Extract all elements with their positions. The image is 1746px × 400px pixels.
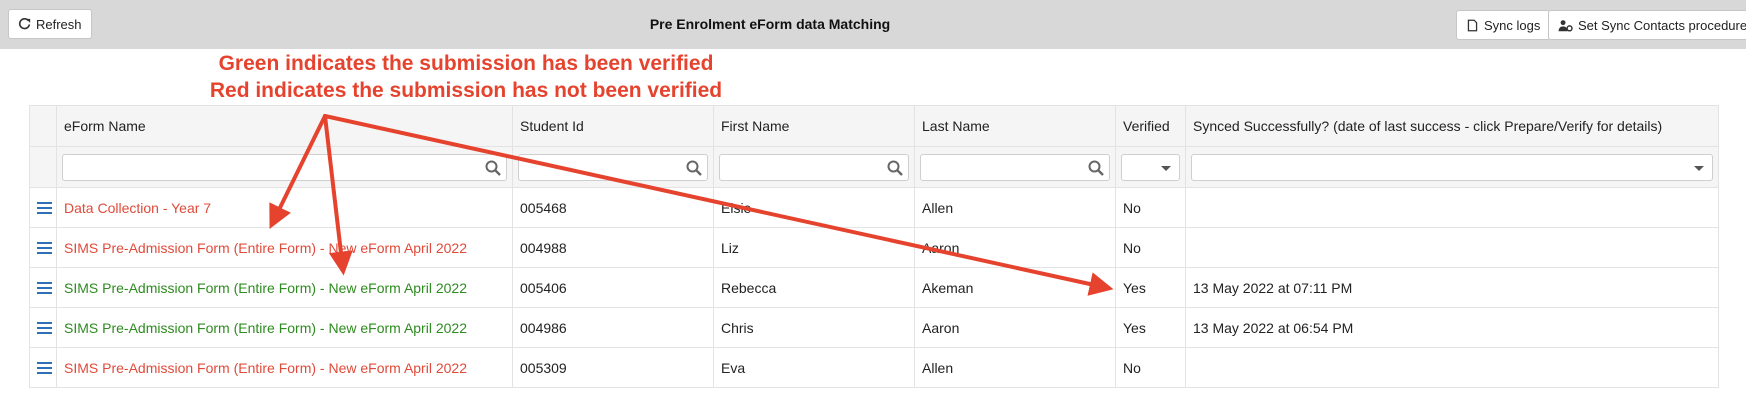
- synced-cell: [1185, 187, 1719, 228]
- first-name-cell: Elsie: [713, 187, 915, 228]
- first-name-cell: Liz: [713, 227, 915, 268]
- search-icon: [686, 160, 702, 176]
- eform-name-cell[interactable]: SIMS Pre-Admission Form (Entire Form) - …: [56, 307, 513, 348]
- verified-filter-select[interactable]: [1121, 153, 1180, 181]
- eform-name-filter-input[interactable]: [62, 153, 507, 181]
- last-name-cell: Aaron: [914, 307, 1116, 348]
- eform-name-cell[interactable]: SIMS Pre-Admission Form (Entire Form) - …: [56, 267, 513, 308]
- row-menu-cell[interactable]: [29, 347, 57, 388]
- set-sync-contacts-button[interactable]: Set Sync Contacts procedure: [1548, 10, 1746, 40]
- menu-icon[interactable]: [37, 201, 52, 214]
- document-icon: [1467, 19, 1478, 31]
- filter-row: [29, 146, 1719, 188]
- column-header-eform-name[interactable]: eForm Name: [56, 105, 513, 147]
- synced-cell: [1185, 227, 1719, 268]
- column-header-synced[interactable]: Synced Successfully? (date of last succe…: [1185, 105, 1719, 147]
- verified-cell: Yes: [1115, 267, 1186, 308]
- student-id-cell: 004988: [512, 227, 714, 268]
- column-header-verified[interactable]: Verified: [1115, 105, 1186, 147]
- row-menu-cell[interactable]: [29, 227, 57, 268]
- users-cog-icon: [1558, 19, 1573, 32]
- row-menu-cell[interactable]: [29, 187, 57, 228]
- page-title: Pre Enrolment eForm data Matching: [649, 16, 891, 32]
- synced-cell: 13 May 2022 at 06:54 PM: [1185, 307, 1719, 348]
- menu-icon[interactable]: [37, 321, 52, 334]
- table-row[interactable]: SIMS Pre-Admission Form (Entire Form) - …: [29, 267, 1719, 308]
- search-icon: [887, 160, 903, 176]
- set-sync-label: Set Sync Contacts procedure: [1578, 17, 1746, 33]
- eform-name-cell[interactable]: Data Collection - Year 7: [56, 187, 513, 228]
- student-id-cell: 005309: [512, 347, 714, 388]
- verified-cell: Yes: [1115, 307, 1186, 348]
- eform-name-cell[interactable]: SIMS Pre-Admission Form (Entire Form) - …: [56, 347, 513, 388]
- last-name-cell: Allen: [914, 347, 1116, 388]
- filter-spacer: [29, 146, 57, 188]
- annotation-text: Green indicates the submission has been …: [196, 50, 736, 104]
- last-name-filter-input[interactable]: [920, 153, 1110, 181]
- table-row[interactable]: SIMS Pre-Admission Form (Entire Form) - …: [29, 227, 1719, 268]
- chevron-down-icon: [1161, 165, 1171, 171]
- menu-icon[interactable]: [37, 281, 52, 294]
- student-id-cell: 005406: [512, 267, 714, 308]
- student-id-cell: 004986: [512, 307, 714, 348]
- data-grid: eForm Name Student Id First Name Last Na…: [29, 105, 1719, 388]
- synced-filter-select[interactable]: [1191, 153, 1713, 181]
- search-icon: [1088, 160, 1104, 176]
- row-menu-cell[interactable]: [29, 267, 57, 308]
- table-row[interactable]: SIMS Pre-Admission Form (Entire Form) - …: [29, 307, 1719, 348]
- first-name-filter-input[interactable]: [719, 153, 909, 181]
- row-menu-cell[interactable]: [29, 307, 57, 348]
- verified-cell: No: [1115, 187, 1186, 228]
- last-name-cell: Allen: [914, 187, 1116, 228]
- column-header-last-name[interactable]: Last Name: [914, 105, 1116, 147]
- chevron-down-icon: [1694, 165, 1704, 171]
- first-name-cell: Chris: [713, 307, 915, 348]
- header-row: eForm Name Student Id First Name Last Na…: [29, 105, 1719, 147]
- verified-cell: No: [1115, 227, 1186, 268]
- student-id-cell: 005468: [512, 187, 714, 228]
- student-id-filter-input[interactable]: [518, 153, 708, 181]
- table-row[interactable]: Data Collection - Year 7 005468 Elsie Allen…: [29, 187, 1719, 228]
- first-name-cell: Eva: [713, 347, 915, 388]
- toolbar: Refresh Pre Enrolment eForm data Matchin…: [0, 0, 1746, 49]
- synced-cell: 13 May 2022 at 07:11 PM: [1185, 267, 1719, 308]
- sync-logs-label: Sync logs: [1484, 17, 1541, 33]
- eform-name-cell[interactable]: SIMS Pre-Admission Form (Entire Form) - …: [56, 227, 513, 268]
- menu-icon[interactable]: [37, 361, 52, 374]
- annotation-line-verified: Green indicates the submission has been …: [218, 52, 714, 75]
- search-icon: [485, 160, 501, 176]
- column-header-student-id[interactable]: Student Id: [512, 105, 714, 147]
- first-name-cell: Rebecca: [713, 267, 915, 308]
- synced-cell: [1185, 347, 1719, 388]
- annotation-line-not-verified: Red indicates the submission has not bee…: [209, 79, 723, 102]
- verified-cell: No: [1115, 347, 1186, 388]
- table-row[interactable]: SIMS Pre-Admission Form (Entire Form) - …: [29, 347, 1719, 388]
- menu-icon[interactable]: [37, 241, 52, 254]
- last-name-cell: Aaron: [914, 227, 1116, 268]
- last-name-cell: Akeman: [914, 267, 1116, 308]
- column-header-first-name[interactable]: First Name: [713, 105, 915, 147]
- actions-column-header: [29, 105, 57, 147]
- sync-logs-button[interactable]: Sync logs: [1456, 10, 1551, 40]
